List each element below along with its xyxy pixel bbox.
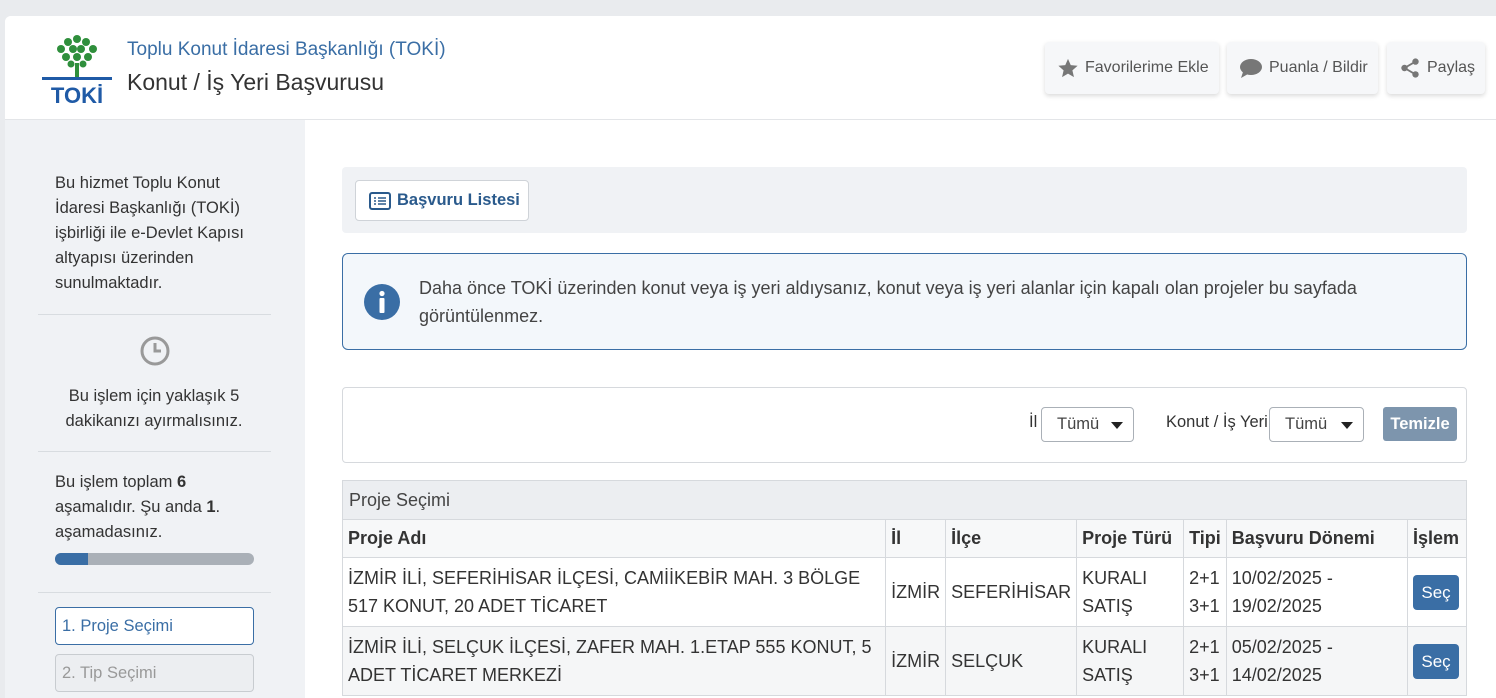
project-name: İZMİR İLİ, SEFERİHİSAR İLÇESİ, CAMİİKEBİ… bbox=[341, 557, 887, 627]
col-tip[interactable]: Tipi bbox=[1183, 519, 1227, 558]
application-list-label: Başvuru Listesi bbox=[397, 191, 520, 209]
table-row: İZMİR İLİ, SEFERİHİSAR İLÇESİ, CAMİİKEBİ… bbox=[341, 557, 1467, 627]
type-select-value: Tümü bbox=[1285, 415, 1328, 433]
project-ilce: SELÇUK bbox=[945, 626, 1078, 696]
info-text: Daha önce TOKİ üzerinden konut veya iş y… bbox=[419, 278, 1357, 326]
type-label: Konut / İş Yeri bbox=[1166, 413, 1268, 431]
rate-label: Puanla / Bildir bbox=[1269, 59, 1368, 76]
col-period[interactable]: Başvuru Dönemi bbox=[1225, 519, 1409, 558]
list-icon bbox=[369, 191, 391, 210]
period-line: 10/02/2025 - bbox=[1231, 568, 1333, 588]
steps-info: Bu işlem toplam 6 aşamalıdır. Şu anda 1.… bbox=[55, 470, 265, 545]
select-button[interactable]: Seç bbox=[1413, 574, 1460, 610]
comment-icon bbox=[1240, 59, 1262, 78]
toki-logo[interactable]: TOKİ bbox=[38, 29, 116, 109]
table-header-row: Proje Adı İl İlçe Proje Türü Tipi Başvur… bbox=[341, 519, 1467, 558]
type-line: KURALI bbox=[1082, 637, 1148, 657]
action-cell: Seç bbox=[1407, 626, 1467, 696]
project-table: Proje Adı İl İlçe Proje Türü Tipi Başvur… bbox=[341, 519, 1467, 696]
progress-fill bbox=[55, 553, 89, 565]
col-ilce[interactable]: İlçe bbox=[945, 519, 1078, 558]
project-il: İZMİR bbox=[885, 626, 947, 696]
col-action: İşlem bbox=[1407, 519, 1467, 558]
period-line: 19/02/2025 bbox=[1231, 596, 1322, 616]
step-project-selection[interactable]: 1. Proje Seçimi bbox=[55, 607, 254, 645]
caret-down-icon bbox=[1341, 422, 1353, 429]
period-line: 14/02/2025 bbox=[1231, 665, 1322, 685]
period-line: 05/02/2025 - bbox=[1231, 637, 1333, 657]
steps-middle: aşamalıdır. Şu anda bbox=[55, 498, 207, 516]
divider bbox=[38, 451, 271, 452]
logo-text: TOKİ bbox=[51, 83, 103, 108]
col-project-type[interactable]: Proje Türü bbox=[1076, 519, 1185, 558]
project-period: 05/02/2025 - 14/02/2025 bbox=[1225, 626, 1409, 696]
rate-button[interactable]: Puanla / Bildir bbox=[1227, 42, 1378, 94]
steps-total: 6 bbox=[176, 473, 187, 491]
institution-name[interactable]: Toplu Konut İdaresi Başkanlığı (TOKİ) bbox=[127, 39, 446, 61]
project-ilce: SEFERİHİSAR bbox=[945, 557, 1078, 627]
sidebar: Bu hizmet Toplu Konut İdaresi Başkanlığı… bbox=[5, 120, 305, 698]
table-row: İZMİR İLİ, SELÇUK İLÇESİ, ZAFER MAH. 1.E… bbox=[341, 626, 1467, 696]
type-line: KURALI bbox=[1082, 568, 1148, 588]
header: TOKİ Toplu Konut İdaresi Başkanlığı (TOK… bbox=[5, 16, 1496, 120]
page-card: TOKİ Toplu Konut İdaresi Başkanlığı (TOK… bbox=[5, 16, 1496, 698]
info-icon bbox=[363, 283, 401, 326]
divider bbox=[38, 314, 271, 315]
col-il[interactable]: İl bbox=[885, 519, 947, 558]
action-cell: Seç bbox=[1407, 557, 1467, 627]
project-type: KURALI SATIŞ bbox=[1076, 626, 1185, 696]
step-type-selection[interactable]: 2. Tip Seçimi bbox=[55, 654, 254, 692]
filter-panel: İl Tümü Konut / İş Yeri Tümü Temizle bbox=[342, 387, 1467, 463]
service-info: Bu hizmet Toplu Konut İdaresi Başkanlığı… bbox=[55, 174, 244, 292]
info-alert: Daha önce TOKİ üzerinden konut veya iş y… bbox=[342, 253, 1467, 350]
il-select-value: Tümü bbox=[1057, 415, 1100, 433]
type-line: SATIŞ bbox=[1082, 665, 1133, 685]
il-select[interactable]: Tümü bbox=[1041, 407, 1134, 442]
clear-button[interactable]: Temizle bbox=[1383, 407, 1457, 441]
tip-line: 2+1 bbox=[1189, 637, 1220, 657]
caret-down-icon bbox=[1111, 422, 1123, 429]
tip-line: 3+1 bbox=[1189, 665, 1220, 685]
project-name: İZMİR İLİ, SELÇUK İLÇESİ, ZAFER MAH. 1.E… bbox=[341, 626, 887, 696]
application-list-button[interactable]: Başvuru Listesi bbox=[355, 180, 529, 221]
section-title: Proje Seçimi bbox=[342, 480, 1467, 520]
time-info: Bu işlem için yaklaşık 5 dakikanızı ayır… bbox=[65, 387, 243, 430]
page-title: Konut / İş Yeri Başvurusu bbox=[127, 69, 384, 95]
favorite-button[interactable]: Favorilerime Ekle bbox=[1045, 42, 1219, 94]
project-il: İZMİR bbox=[885, 557, 947, 627]
type-select[interactable]: Tümü bbox=[1269, 407, 1364, 442]
share-label: Paylaş bbox=[1427, 59, 1476, 76]
col-project-name[interactable]: Proje Adı bbox=[341, 519, 887, 558]
project-period: 10/02/2025 - 19/02/2025 bbox=[1225, 557, 1409, 627]
progress-bar bbox=[55, 553, 254, 565]
project-tip: 2+1 3+1 bbox=[1183, 626, 1227, 696]
favorite-label: Favorilerime Ekle bbox=[1085, 59, 1209, 76]
il-label: İl bbox=[1029, 413, 1038, 431]
select-button[interactable]: Seç bbox=[1413, 643, 1460, 679]
project-type: KURALI SATIŞ bbox=[1076, 557, 1185, 627]
type-line: SATIŞ bbox=[1082, 596, 1133, 616]
toolbar: Başvuru Listesi bbox=[342, 167, 1467, 233]
tip-line: 2+1 bbox=[1189, 568, 1220, 588]
tip-line: 3+1 bbox=[1189, 596, 1220, 616]
divider bbox=[38, 592, 271, 593]
steps-prefix: Bu işlem toplam bbox=[55, 473, 177, 491]
star-icon bbox=[1058, 58, 1078, 78]
steps-current: 1 bbox=[206, 498, 216, 516]
project-tip: 2+1 3+1 bbox=[1183, 557, 1227, 627]
share-button[interactable]: Paylaş bbox=[1387, 42, 1486, 94]
share-icon bbox=[1401, 58, 1419, 78]
clock-icon bbox=[139, 335, 171, 372]
